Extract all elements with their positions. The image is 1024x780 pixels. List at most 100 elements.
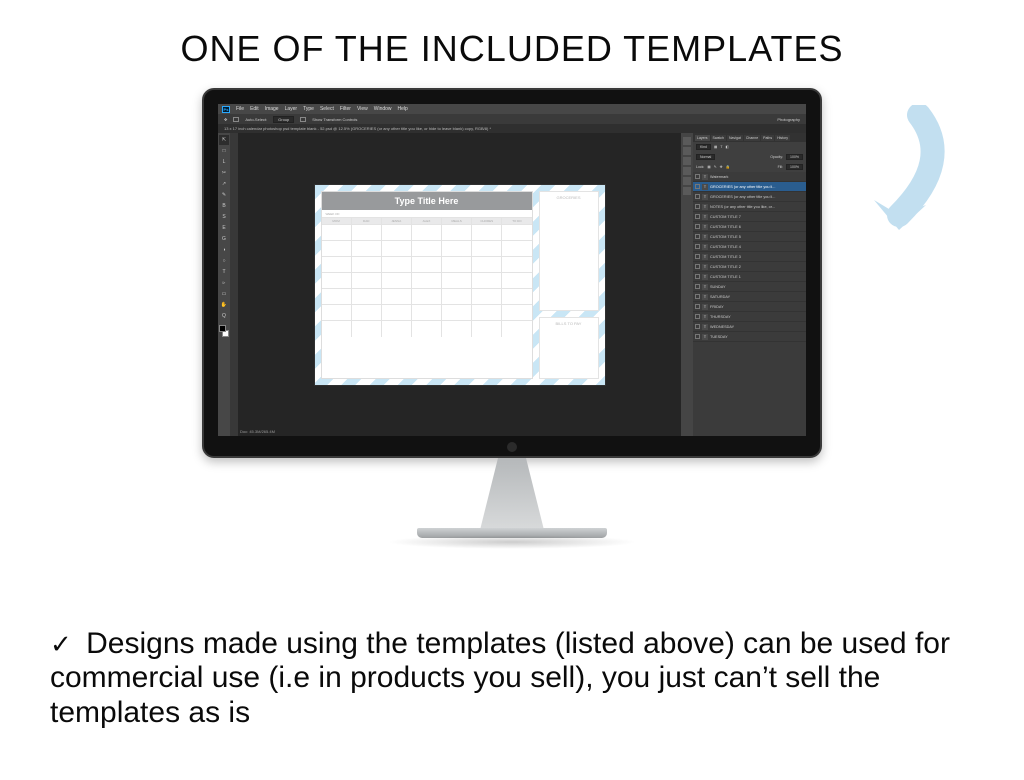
menu-select[interactable]: Select xyxy=(320,106,334,112)
menubar[interactable]: Ps File Edit Image Layer Type Select Fil… xyxy=(218,104,806,114)
pen-tool-icon[interactable]: ○ xyxy=(219,256,229,266)
menu-image[interactable]: Image xyxy=(265,106,279,112)
document-tab[interactable]: 13 x 17 inch calendar photoshop psd temp… xyxy=(218,124,806,133)
lock-icon[interactable]: ✎ xyxy=(714,165,717,169)
opacity-field[interactable]: 100% xyxy=(786,154,803,160)
visibility-icon[interactable] xyxy=(695,334,700,339)
layer-row[interactable]: TTUESDAY xyxy=(693,332,806,342)
workspace-switcher[interactable]: Photography xyxy=(777,117,800,122)
menu-file[interactable]: File xyxy=(236,106,244,112)
lock-icon[interactable]: 🔒 xyxy=(726,165,730,169)
menu-edit[interactable]: Edit xyxy=(250,106,259,112)
visibility-icon[interactable] xyxy=(695,254,700,259)
layer-lock-row[interactable]: Lock: ▦ ✎ ✥ 🔒 Fill: 100% xyxy=(693,162,806,172)
visibility-icon[interactable] xyxy=(695,304,700,309)
show-transform-checkbox[interactable] xyxy=(300,117,306,122)
auto-select-dropdown[interactable]: Group xyxy=(273,116,294,123)
path-tool-icon[interactable]: ▹ xyxy=(219,278,229,288)
layer-mode-row[interactable]: Normal Opacity: 100% xyxy=(693,152,806,162)
panel-tabs[interactable]: Layers Swatch Navigat Channe Paths Histo… xyxy=(693,133,806,142)
visibility-icon[interactable] xyxy=(695,234,700,239)
layer-row[interactable]: TFRIDAY xyxy=(693,302,806,312)
tab-paths[interactable]: Paths xyxy=(761,135,774,141)
layer-row[interactable]: TCUSTOM TITLE 6 xyxy=(693,222,806,232)
auto-select-checkbox[interactable] xyxy=(233,117,239,122)
brush-tool-icon[interactable]: B xyxy=(219,201,229,211)
shape-tool-icon[interactable]: ▭ xyxy=(219,289,229,299)
pencil-tool-icon[interactable]: ✎ xyxy=(219,190,229,200)
tab-channels[interactable]: Channe xyxy=(744,135,760,141)
tab-navigator[interactable]: Navigat xyxy=(727,135,743,141)
lock-icon[interactable]: ✥ xyxy=(720,165,723,169)
dodge-tool-icon[interactable]: ◑ xyxy=(219,245,229,255)
visibility-icon[interactable] xyxy=(695,244,700,249)
visibility-icon[interactable] xyxy=(695,184,700,189)
tab-history[interactable]: History xyxy=(775,135,790,141)
panel-icon[interactable] xyxy=(683,167,691,175)
menu-help[interactable]: Help xyxy=(398,106,408,112)
panel-icon[interactable] xyxy=(683,187,691,195)
eraser-tool-icon[interactable]: E xyxy=(219,223,229,233)
tab-layers[interactable]: Layers xyxy=(695,135,710,141)
layer-row[interactable]: TTHURSDAY xyxy=(693,312,806,322)
collapsed-panels[interactable] xyxy=(681,133,693,436)
crop-tool-icon[interactable]: ✂ xyxy=(219,168,229,178)
type-tool-icon[interactable]: T xyxy=(219,267,229,277)
filter-icon[interactable]: ▦ xyxy=(714,145,717,149)
layer-row[interactable]: TCUSTOM TITLE 5 xyxy=(693,232,806,242)
layer-row[interactable]: TCUSTOM TITLE 4 xyxy=(693,242,806,252)
lock-icon[interactable]: ▦ xyxy=(707,165,710,169)
stamp-tool-icon[interactable]: S xyxy=(219,212,229,222)
layers-list[interactable]: TWatermarkTGROCERIES (or any other title… xyxy=(693,172,806,436)
layer-row[interactable]: TSATURDAY xyxy=(693,292,806,302)
panel-icon[interactable] xyxy=(683,147,691,155)
canvas-area[interactable]: Type Title Here WEEK OF: MOM DAD JENNA A… xyxy=(238,133,681,436)
layer-filter-row[interactable]: Kind ▦ T ◧ xyxy=(693,142,806,152)
layer-row[interactable]: TSUNDAY xyxy=(693,282,806,292)
visibility-icon[interactable] xyxy=(695,174,700,179)
gradient-tool-icon[interactable]: G xyxy=(219,234,229,244)
swatch-icon[interactable] xyxy=(219,325,229,337)
visibility-icon[interactable] xyxy=(695,214,700,219)
layer-kind-dropdown[interactable]: Kind xyxy=(696,144,711,150)
layer-row[interactable]: TWatermark xyxy=(693,172,806,182)
hand-tool-icon[interactable]: ✋ xyxy=(219,300,229,310)
menu-view[interactable]: View xyxy=(357,106,368,112)
options-bar[interactable]: ✥ Auto-Select: Group Show Transform Cont… xyxy=(218,114,806,124)
panel-icon[interactable] xyxy=(683,137,691,145)
menu-layer[interactable]: Layer xyxy=(285,106,298,112)
marquee-tool-icon[interactable]: □ xyxy=(219,146,229,156)
eyedropper-tool-icon[interactable]: ↗ xyxy=(219,179,229,189)
layer-row[interactable]: TCUSTOM TITLE 7 xyxy=(693,212,806,222)
visibility-icon[interactable] xyxy=(695,194,700,199)
layer-row[interactable]: TCUSTOM TITLE 3 xyxy=(693,252,806,262)
visibility-icon[interactable] xyxy=(695,284,700,289)
layer-row[interactable]: TGROCERIES (or any other title you li... xyxy=(693,192,806,202)
layer-row[interactable]: TCUSTOM TITLE 2 xyxy=(693,262,806,272)
menu-window[interactable]: Window xyxy=(374,106,392,112)
visibility-icon[interactable] xyxy=(695,274,700,279)
visibility-icon[interactable] xyxy=(695,224,700,229)
visibility-icon[interactable] xyxy=(695,324,700,329)
panel-icon[interactable] xyxy=(683,177,691,185)
filter-icon[interactable]: T xyxy=(720,145,722,149)
filter-icon[interactable]: ◧ xyxy=(725,145,728,149)
panel-icon[interactable] xyxy=(683,157,691,165)
menu-type[interactable]: Type xyxy=(303,106,314,112)
fill-field[interactable]: 100% xyxy=(786,164,803,170)
lasso-tool-icon[interactable]: L xyxy=(219,157,229,167)
visibility-icon[interactable] xyxy=(695,264,700,269)
layer-row[interactable]: TNOTES (or any other title you like, or.… xyxy=(693,202,806,212)
layer-row[interactable]: TWEDNESDAY xyxy=(693,322,806,332)
visibility-icon[interactable] xyxy=(695,294,700,299)
visibility-icon[interactable] xyxy=(695,204,700,209)
blend-mode-dropdown[interactable]: Normal xyxy=(696,154,715,160)
quickmask-icon[interactable]: Q xyxy=(219,311,229,321)
tab-swatches[interactable]: Swatch xyxy=(711,135,726,141)
visibility-icon[interactable] xyxy=(695,314,700,319)
move-tool-icon[interactable]: ⇱ xyxy=(219,135,229,145)
menu-filter[interactable]: Filter xyxy=(340,106,351,112)
tools-panel[interactable]: ⇱ □ L ✂ ↗ ✎ B S E G ◑ ○ T xyxy=(218,133,230,436)
layer-row[interactable]: TGROCERIES (or any other title you li... xyxy=(693,182,806,192)
layer-row[interactable]: TCUSTOM TITLE 1 xyxy=(693,272,806,282)
